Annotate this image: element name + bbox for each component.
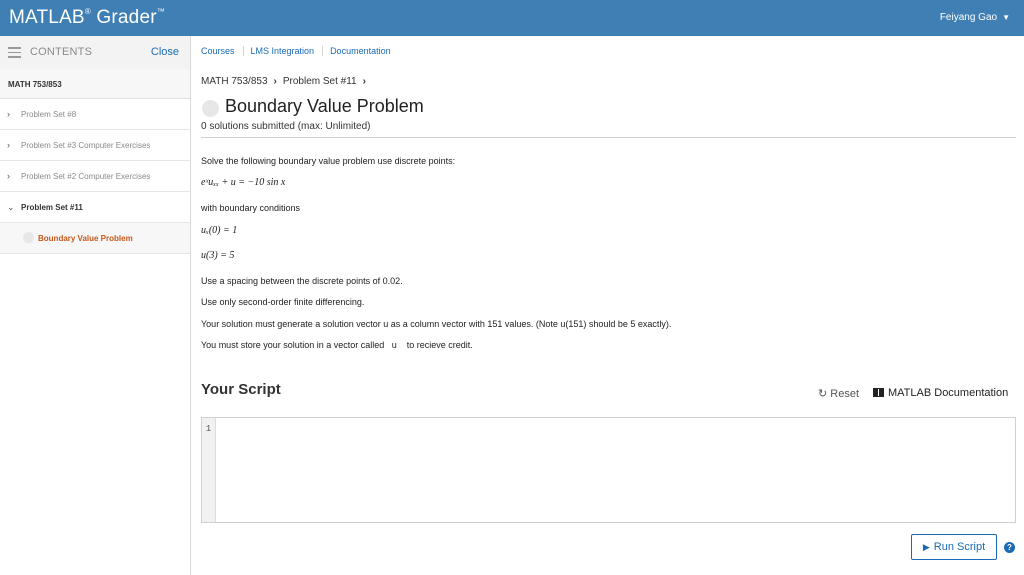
instruction-spacing: Use a spacing between the discrete point… [201,276,403,286]
user-name: Feiyang Gao [939,12,998,23]
top-bar: MATLAB® Grader™ Feiyang Gao ▼ [0,0,1024,36]
nav-link-documentation[interactable]: Documentation [330,46,399,56]
script-editor[interactable]: 1 [201,417,1016,523]
boundary-condition-2: u(3) = 5 [201,250,235,261]
equation: eˣuₓₓ + u = −10 sin x [201,177,286,188]
nav-link-courses[interactable]: Courses [201,46,244,56]
user-menu[interactable]: Feiyang Gao ▼ [940,12,1010,23]
breadcrumb: MATH 753/853 › Problem Set #11 › [201,76,372,87]
instruction-vector: Your solution must generate a solution v… [201,319,672,329]
chevron-right-icon: › [7,109,10,119]
boundary-intro: with boundary conditions [201,203,301,213]
close-sidebar-button[interactable]: Close [151,46,179,58]
caret-down-icon: ▼ [1002,13,1010,22]
status-circle-icon [23,232,34,243]
brand-trademark-mark: ™ [156,6,165,16]
book-icon [873,388,884,397]
chevron-down-icon: ⌄ [7,202,15,212]
sidebar-item-problem-set-2[interactable]: › Problem Set #2 Computer Exercises [0,161,190,192]
run-label: Run Script [933,541,986,553]
chevron-right-icon: › [273,76,277,87]
submission-count: 0 solutions submitted (max: Unlimited) [201,121,371,132]
sidebar-item-label: Problem Set #3 Computer Exercises [21,141,151,150]
chevron-right-icon: › [7,171,10,181]
divider [201,137,1016,138]
boundary-condition-1: uₓ(0) = 1 [201,225,238,236]
brand-subtitle: Grader [96,7,157,28]
sidebar-item-problem-set-3[interactable]: › Problem Set #3 Computer Exercises [0,130,190,161]
problem-intro: Solve the following boundary value probl… [201,156,456,166]
matlab-documentation-button[interactable]: MATLAB Documentation [873,387,1008,399]
sidebar-item-label: Problem Set #2 Computer Exercises [21,172,151,181]
main-content: Courses LMS Integration Documentation MATH… [201,36,1016,575]
sidebar: CONTENTS Close MATH 753/853 › Problem Se… [0,36,191,575]
reset-label: Reset [830,388,860,400]
breadcrumb-problem-set[interactable]: Problem Set #11 [283,76,357,87]
help-icon[interactable]: ? [1004,542,1015,553]
instruction-differencing: Use only second-order finite differencin… [201,297,365,307]
sidebar-item-label: Problem Set #11 [21,203,83,212]
brand-registered-mark: ® [84,6,91,16]
reset-icon: ↻ [818,388,831,400]
play-icon: ▶ [922,541,930,552]
script-section-title: Your Script [201,381,281,398]
status-circle-icon [202,100,219,117]
line-number-gutter: 1 [202,418,216,522]
app-logo[interactable]: MATLAB® Grader™ [9,7,165,29]
instruction-store: You must store your solution in a vector… [201,340,473,350]
sidebar-item-label: Problem Set #8 [21,110,77,119]
page-title: Boundary Value Problem [225,96,424,116]
top-nav-links: Courses LMS Integration Documentation [201,46,406,56]
hamburger-icon[interactable] [8,47,21,58]
reset-button[interactable]: ↻ Reset [818,387,859,400]
doc-label: MATLAB Documentation [888,387,1009,399]
nav-link-lms-integration[interactable]: LMS Integration [250,46,324,56]
breadcrumb-course[interactable]: MATH 753/853 [201,76,268,87]
sidebar-course-title: MATH 753/853 [0,69,190,99]
chevron-right-icon: › [362,76,366,87]
run-script-button[interactable]: ▶ Run Script [911,534,997,560]
contents-label: CONTENTS [30,46,93,58]
sidebar-subitem-boundary-value-problem[interactable]: Boundary Value Problem [0,223,190,254]
sidebar-subitem-label: Boundary Value Problem [38,234,133,243]
sidebar-header: CONTENTS Close [0,36,190,69]
chevron-right-icon: › [7,140,10,150]
sidebar-item-problem-set-11[interactable]: ⌄ Problem Set #11 [0,192,190,223]
brand-name: MATLAB [9,7,85,28]
sidebar-item-problem-set-8[interactable]: › Problem Set #8 [0,99,190,130]
